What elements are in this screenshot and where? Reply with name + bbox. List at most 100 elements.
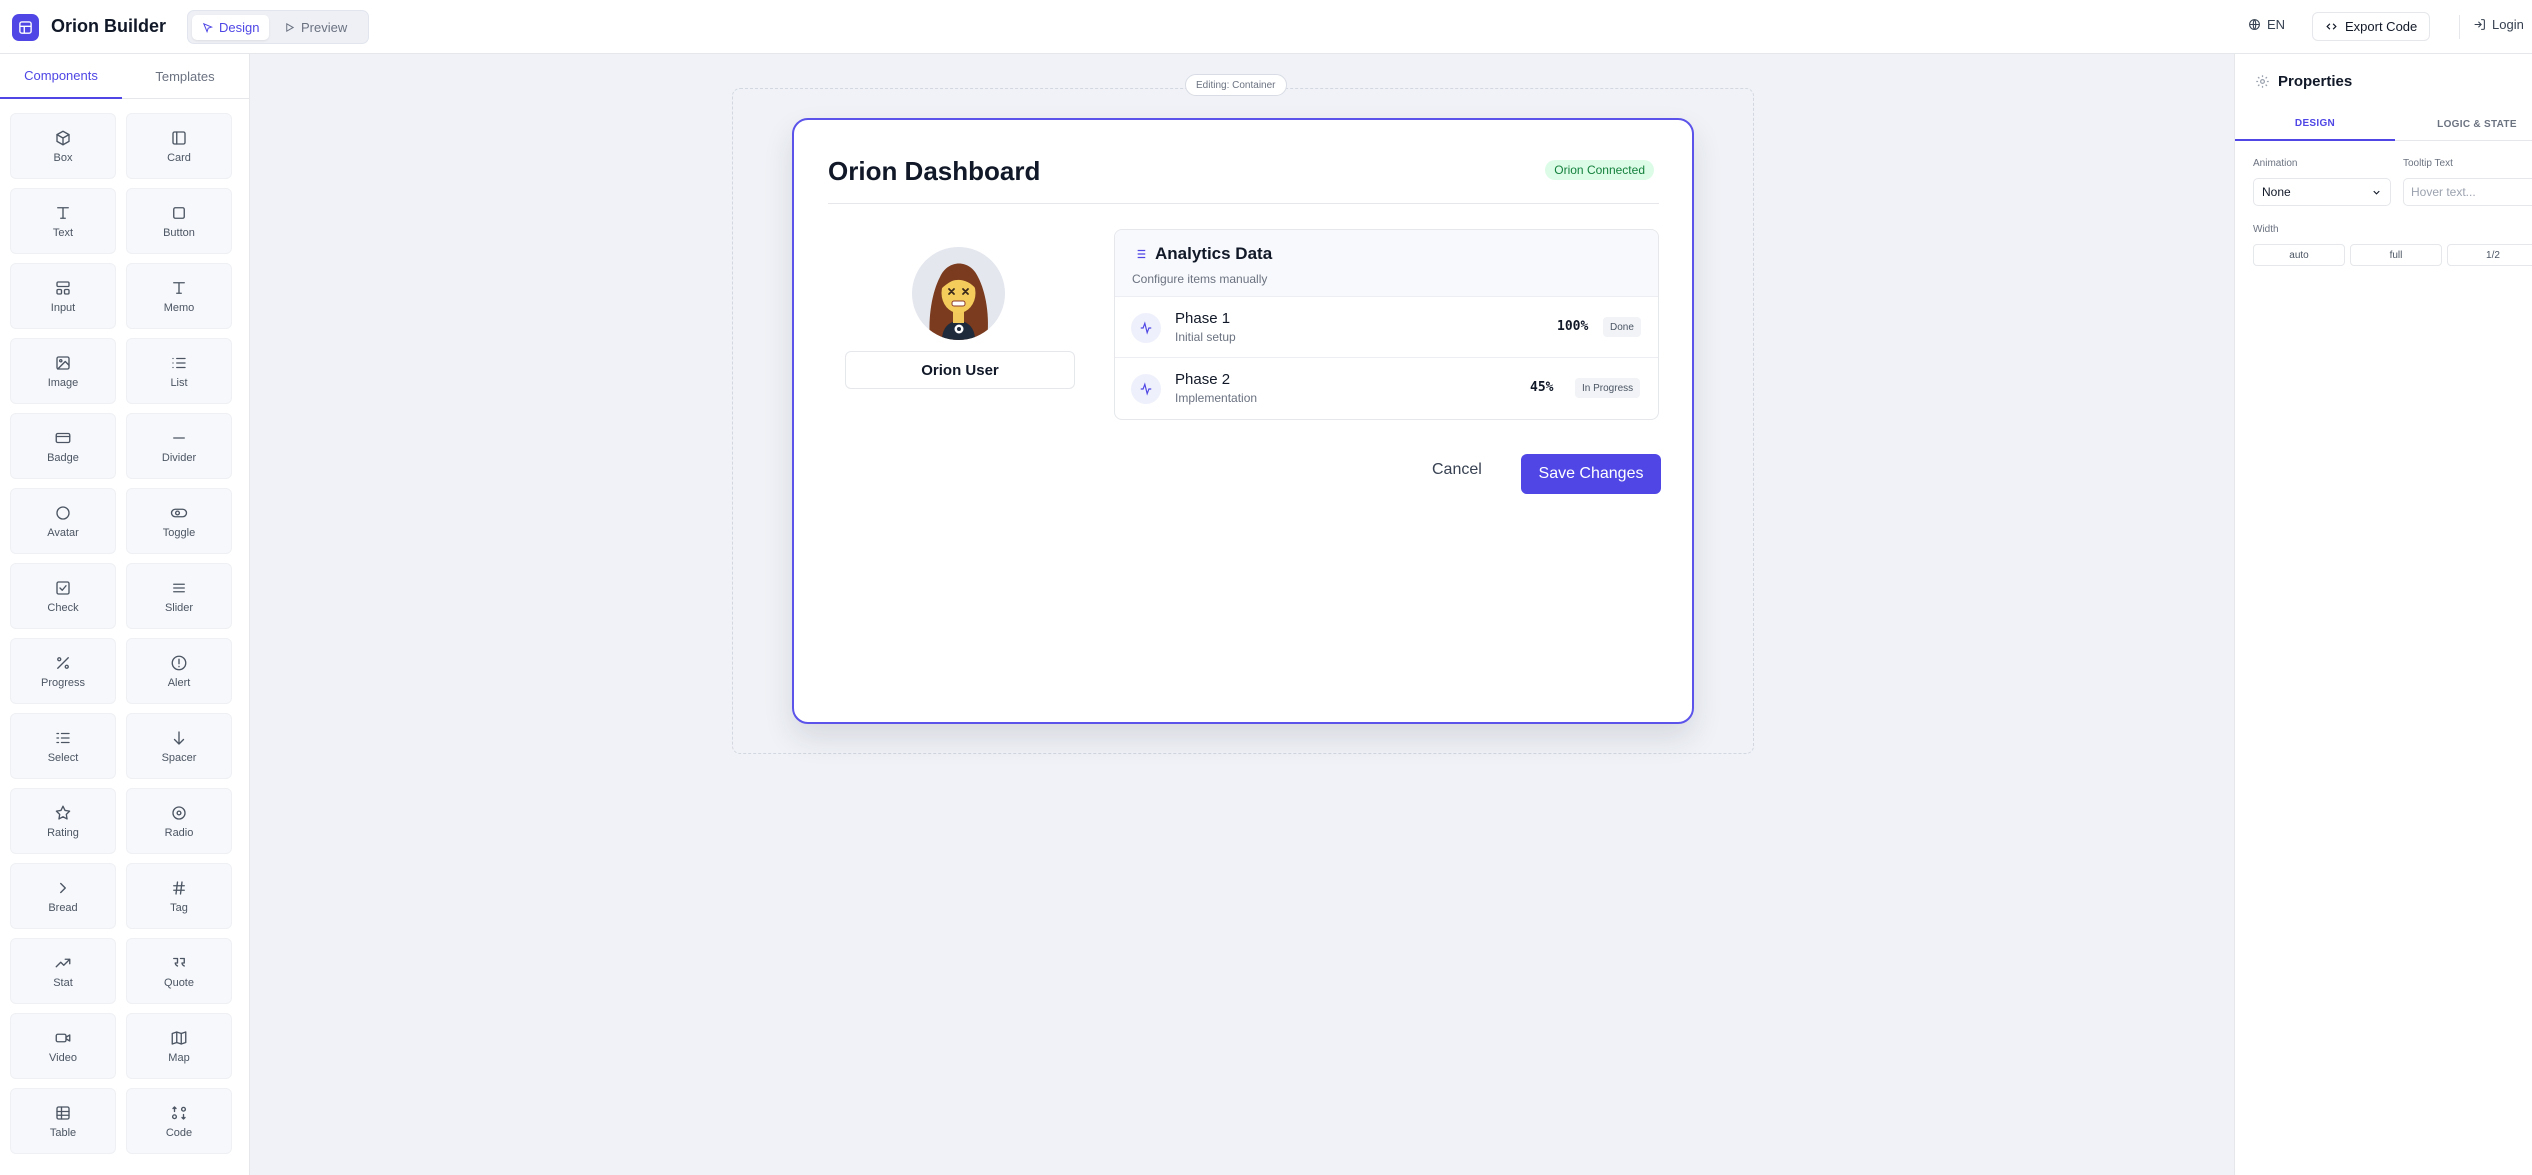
width-half-button[interactable]: 1/2 bbox=[2447, 244, 2532, 266]
component-label: Map bbox=[168, 1051, 190, 1064]
component-tile-stat[interactable]: Stat bbox=[10, 938, 116, 1004]
phase-progress: 100% bbox=[1557, 319, 1589, 334]
tab-design[interactable]: DESIGN bbox=[2235, 108, 2395, 141]
component-tile-tag[interactable]: Tag bbox=[126, 863, 232, 929]
activity-icon bbox=[1131, 313, 1161, 343]
tab-templates[interactable]: Templates bbox=[124, 54, 246, 99]
component-tile-button[interactable]: Button bbox=[126, 188, 232, 254]
component-tile-progress[interactable]: Progress bbox=[10, 638, 116, 704]
component-label: Memo bbox=[163, 301, 195, 314]
phase-name: Phase 2 bbox=[1175, 371, 1231, 388]
analytics-header: Analytics Data Configure items manually bbox=[1115, 230, 1658, 297]
card-icon bbox=[172, 130, 186, 145]
top-bar: Orion Builder Design Preview EN Export C… bbox=[0, 0, 2532, 54]
tab-logic-state[interactable]: LOGIC & STATE bbox=[2397, 108, 2532, 141]
component-label: Quote bbox=[164, 976, 194, 989]
play-icon bbox=[286, 22, 295, 33]
component-tile-memo[interactable]: Memo bbox=[126, 263, 232, 329]
component-tile-map[interactable]: Map bbox=[126, 1013, 232, 1079]
design-mode-label: Design bbox=[219, 20, 260, 35]
status-badge: In Progress bbox=[1575, 378, 1641, 398]
connection-status-badge: Orion Connected bbox=[1545, 160, 1654, 180]
phase-description: Initial setup bbox=[1175, 330, 1236, 344]
component-label: Badge bbox=[47, 451, 79, 464]
radio-icon bbox=[172, 805, 186, 820]
check-icon bbox=[56, 580, 70, 595]
component-label: Tag bbox=[170, 901, 188, 914]
component-tile-alert[interactable]: Alert bbox=[126, 638, 232, 704]
divider-icon bbox=[173, 436, 185, 439]
component-label: Table bbox=[49, 1126, 77, 1139]
component-tile-video[interactable]: Video bbox=[10, 1013, 116, 1079]
component-label: Radio bbox=[164, 826, 194, 839]
component-tile-card[interactable]: Card bbox=[126, 113, 232, 179]
component-tile-table[interactable]: Table bbox=[10, 1088, 116, 1154]
component-tile-select[interactable]: Select bbox=[10, 713, 116, 779]
component-tile-spacer[interactable]: Spacer bbox=[126, 713, 232, 779]
card-divider bbox=[828, 203, 1659, 204]
component-tile-toggle[interactable]: Toggle bbox=[126, 488, 232, 554]
component-label: Image bbox=[47, 376, 79, 389]
analytics-panel: Analytics Data Configure items manually … bbox=[1114, 229, 1659, 420]
component-label: Card bbox=[167, 151, 191, 164]
component-label: Text bbox=[52, 226, 74, 239]
user-name-field[interactable]: Orion User bbox=[845, 351, 1075, 389]
dashboard-card[interactable]: Orion Dashboard Orion Connected Orion Us… bbox=[792, 118, 1694, 724]
component-tile-bread[interactable]: Bread bbox=[10, 863, 116, 929]
phase-description: Implementation bbox=[1175, 391, 1258, 405]
alert-icon bbox=[171, 655, 187, 670]
width-label: Width bbox=[2253, 224, 2279, 235]
component-tile-rating[interactable]: Rating bbox=[10, 788, 116, 854]
language-selector[interactable]: EN bbox=[2248, 17, 2285, 32]
component-tile-image[interactable]: Image bbox=[10, 338, 116, 404]
export-code-button[interactable]: Export Code bbox=[2312, 12, 2431, 41]
component-tile-box[interactable]: Box bbox=[10, 113, 116, 179]
chevron-right-icon bbox=[60, 882, 66, 893]
properties-panel: Properties DESIGN LOGIC & STATE Animatio… bbox=[2234, 54, 2532, 1175]
component-tile-list[interactable]: List bbox=[126, 338, 232, 404]
component-tile-input[interactable]: Input bbox=[10, 263, 116, 329]
mode-switcher: Design Preview bbox=[187, 10, 369, 44]
component-label: Divider bbox=[161, 451, 197, 464]
gear-icon bbox=[2256, 74, 2269, 88]
width-auto-button[interactable]: auto bbox=[2253, 244, 2345, 266]
image-icon bbox=[56, 355, 70, 370]
component-tile-avatar[interactable]: Avatar bbox=[10, 488, 116, 554]
component-label: List bbox=[170, 376, 188, 389]
code-brackets-icon bbox=[2326, 23, 2337, 30]
component-tile-quote[interactable]: Quote bbox=[126, 938, 232, 1004]
component-tile-divider[interactable]: Divider bbox=[126, 413, 232, 479]
design-mode-button[interactable]: Design bbox=[192, 15, 270, 40]
user-avatar-illustration bbox=[912, 247, 1005, 340]
card-title: Orion Dashboard bbox=[828, 156, 1041, 186]
app-title: Orion Builder bbox=[51, 16, 167, 36]
tab-components[interactable]: Components bbox=[0, 54, 122, 99]
header-divider bbox=[2459, 15, 2460, 39]
preview-mode-button[interactable]: Preview bbox=[274, 15, 357, 40]
select-icon bbox=[56, 732, 70, 743]
tooltip-text-input[interactable] bbox=[2403, 178, 2532, 206]
component-tile-code[interactable]: Code bbox=[126, 1088, 232, 1154]
list-item[interactable]: Phase 2 Implementation 45% In Progress bbox=[1115, 358, 1658, 419]
component-label: Input bbox=[50, 301, 76, 314]
save-changes-button[interactable]: Save Changes bbox=[1521, 454, 1661, 494]
component-tile-check[interactable]: Check bbox=[10, 563, 116, 629]
map-icon bbox=[171, 1030, 187, 1045]
component-tile-radio[interactable]: Radio bbox=[126, 788, 232, 854]
language-label: EN bbox=[2267, 17, 2286, 32]
component-tile-slider[interactable]: Slider bbox=[126, 563, 232, 629]
analytics-subtitle: Configure items manually bbox=[1132, 272, 1268, 286]
animation-select[interactable]: None bbox=[2253, 178, 2391, 206]
component-label: Stat bbox=[53, 976, 73, 989]
component-tile-text[interactable]: Text bbox=[10, 188, 116, 254]
component-tile-badge[interactable]: Badge bbox=[10, 413, 116, 479]
component-label: Avatar bbox=[47, 526, 79, 539]
cancel-button[interactable]: Cancel bbox=[1424, 455, 1490, 485]
width-full-button[interactable]: full bbox=[2350, 244, 2442, 266]
list-item[interactable]: Phase 1 Initial setup 100% Done bbox=[1115, 297, 1658, 358]
table-icon bbox=[56, 1105, 70, 1120]
memo-icon bbox=[173, 281, 185, 294]
text-icon bbox=[57, 206, 69, 219]
activity-icon bbox=[1131, 374, 1161, 404]
login-button[interactable]: Login bbox=[2473, 17, 2524, 32]
